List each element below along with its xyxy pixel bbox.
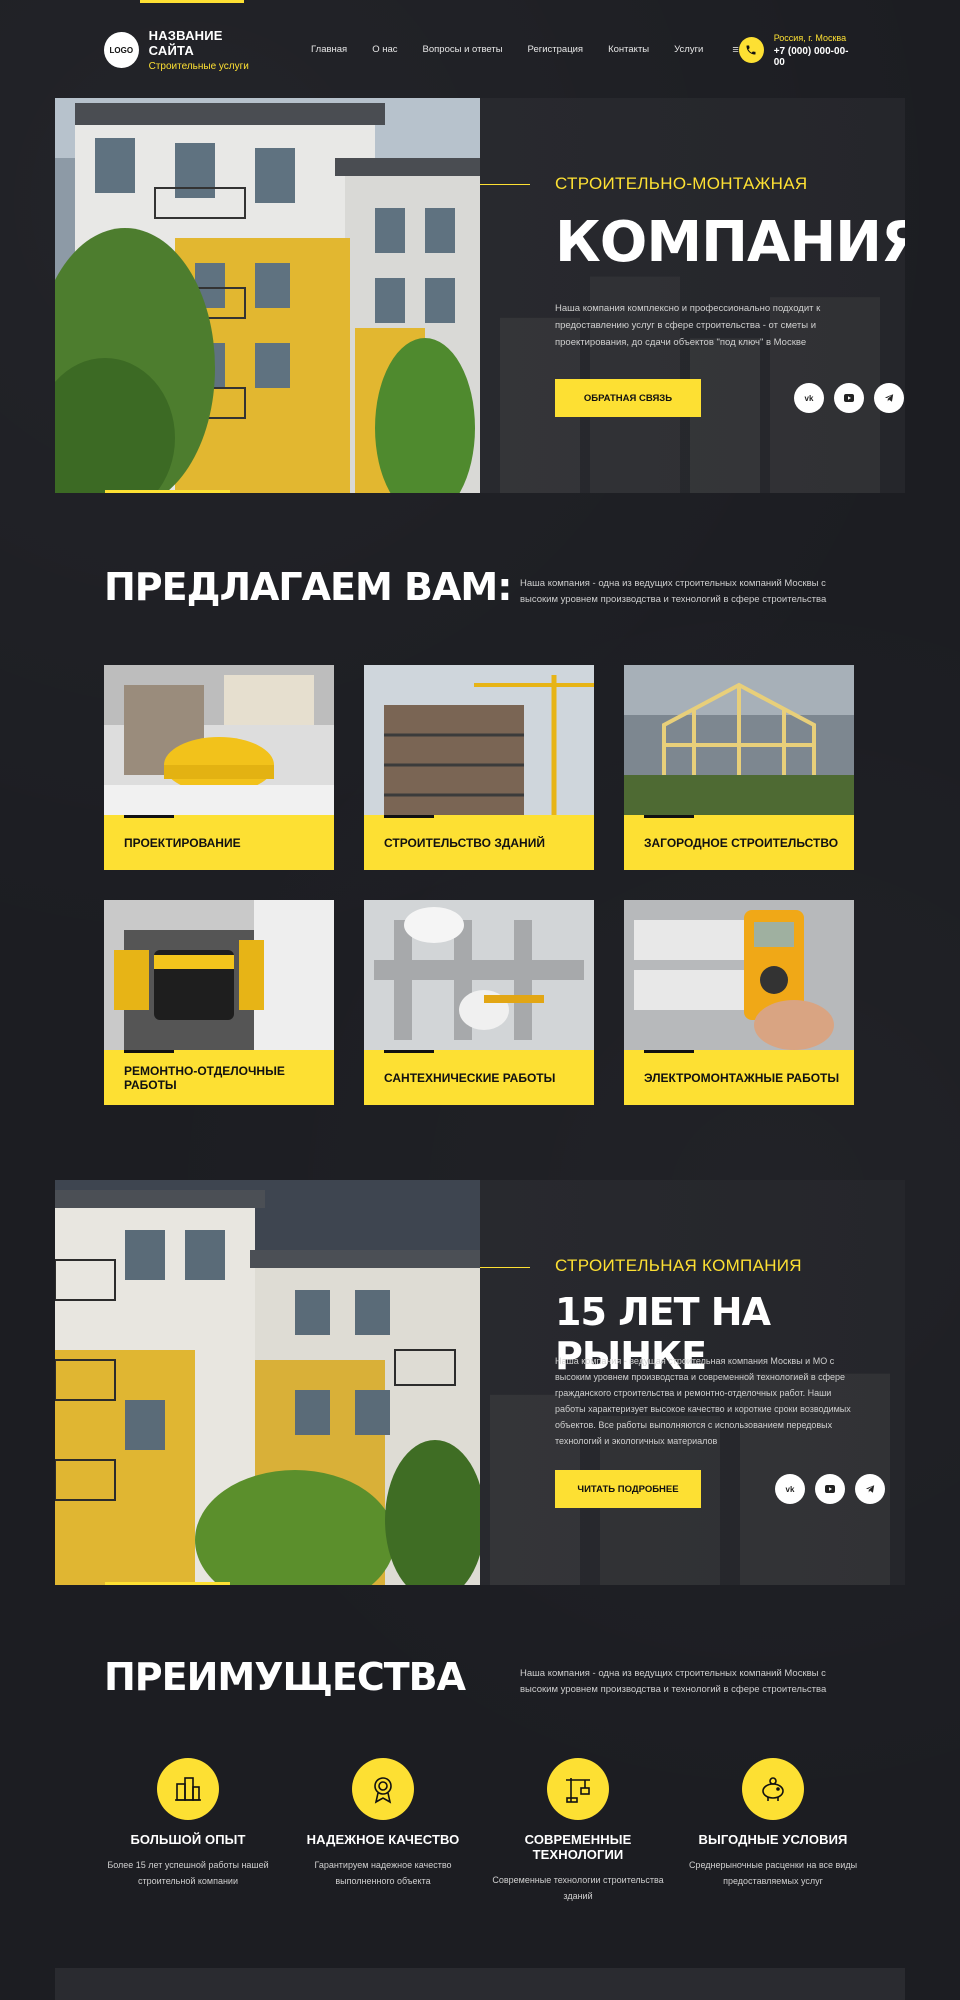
about-pretitle: СТРОИТЕЛЬНАЯ КОМПАНИЯ xyxy=(555,1256,802,1275)
hero-text: Наша компания комплексно и профессиональ… xyxy=(555,303,821,348)
page: LOGO НАЗВАНИЕ САЙТА Строительные услуги … xyxy=(0,0,960,2000)
service-card[interactable]: САНТЕХНИЧЕСКИЕ РАБОТЫ xyxy=(364,900,594,1105)
service-card[interactable]: РЕМОНТНО-ОТДЕЛОЧНЫЕ РАБОТЫ xyxy=(104,900,334,1105)
site-subtitle: Строительные услуги xyxy=(148,61,249,72)
piggy-bank-icon xyxy=(742,1758,804,1820)
feedback-button[interactable]: ОБРАТНАЯ СВЯЗЬ xyxy=(555,379,701,417)
advantage-text: Более 15 лет успешной работы нашей строи… xyxy=(107,1860,269,1886)
nav-item-faq[interactable]: Вопросы и ответы xyxy=(423,44,503,56)
image-accent-bar xyxy=(105,1582,230,1585)
nav-item-services[interactable]: Услуги xyxy=(674,44,703,56)
image-accent-bar xyxy=(105,490,230,493)
read-more-button[interactable]: ЧИТАТЬ ПОДРОБНЕЕ xyxy=(555,1470,701,1508)
vk-icon[interactable]: vk xyxy=(775,1474,805,1504)
service-card-label: СТРОИТЕЛЬСТВО ЗДАНИЙ xyxy=(364,815,594,870)
building-photo xyxy=(55,98,480,493)
service-card-label: РЕМОНТНО-ОТДЕЛОЧНЫЕ РАБОТЫ xyxy=(104,1050,334,1105)
service-card[interactable]: ПРОЕКТИРОВАНИЕ xyxy=(104,665,334,870)
about-content: СТРОИТЕЛЬНАЯ КОМПАНИЯ 15 ЛЕТ НА РЫНКЕ На… xyxy=(480,1180,905,1585)
advantage-item: БОЛЬШОЙ ОПЫТ Более 15 лет успешной работ… xyxy=(98,1758,278,1889)
hero-accent-line xyxy=(480,184,530,185)
vk-icon[interactable]: vk xyxy=(794,383,824,413)
nav-item-contacts[interactable]: Контакты xyxy=(608,44,649,56)
hero-content: СТРОИТЕЛЬНО-МОНТАЖНАЯ КОМПАНИЯ Наша комп… xyxy=(480,98,905,493)
hero-section: СТРОИТЕЛЬНО-МОНТАЖНАЯ КОМПАНИЯ Наша комп… xyxy=(55,98,905,493)
award-icon xyxy=(352,1758,414,1820)
telegram-icon[interactable] xyxy=(855,1474,885,1504)
design-photo xyxy=(104,665,334,815)
youtube-icon[interactable] xyxy=(815,1474,845,1504)
advantage-title: НАДЕЖНОЕ КАЧЕСТВО xyxy=(306,1832,460,1847)
advantage-title: БОЛЬШОЙ ОПЫТ xyxy=(130,1832,246,1847)
logo[interactable]: LOGO xyxy=(104,32,139,68)
telegram-icon[interactable] xyxy=(874,383,904,413)
advantage-item: ВЫГОДНЫЕ УСЛОВИЯ Среднерыночные расценки… xyxy=(683,1758,863,1889)
service-card-label: ЭЛЕКТРОМОНТАЖНЫЕ РАБОТЫ xyxy=(624,1050,854,1105)
about-section: СТРОИТЕЛЬНАЯ КОМПАНИЯ 15 ЛЕТ НА РЫНКЕ На… xyxy=(55,1180,905,1585)
service-card-label: САНТЕХНИЧЕСКИЕ РАБОТЫ xyxy=(364,1050,594,1105)
site-name: НАЗВАНИЕ САЙТА xyxy=(148,28,223,58)
building-photo-2 xyxy=(55,1180,480,1585)
advantage-text: Гарантируем надежное качество выполненно… xyxy=(314,1860,452,1886)
nav-item-register[interactable]: Регистрация xyxy=(528,44,584,56)
brand: НАЗВАНИЕ САЙТА Строительные услуги xyxy=(149,28,267,72)
advantage-title: ВЫГОДНЫЕ УСЛОВИЯ xyxy=(698,1832,848,1847)
service-card[interactable]: ЗАГОРОДНОЕ СТРОИТЕЛЬСТВО xyxy=(624,665,854,870)
advantage-text: Среднерыночные расценки на все виды пред… xyxy=(688,1860,858,1886)
service-card-label: ЗАГОРОДНОЕ СТРОИТЕЛЬСТВО xyxy=(624,815,854,870)
about-accent-line xyxy=(480,1267,530,1268)
nav-item-about[interactable]: О нас xyxy=(372,44,397,56)
electrical-photo xyxy=(624,900,854,1050)
nav-item-home[interactable]: Главная xyxy=(311,44,347,56)
advantages-description: Наша компания - одна из ведущих строител… xyxy=(520,1668,827,1695)
contact-block: Россия, г. Москва +7 (000) 000-00-00 xyxy=(738,32,856,68)
advantage-item: НАДЕЖНОЕ КАЧЕСТВО Гарантируем надежное к… xyxy=(293,1758,473,1889)
country-house-photo xyxy=(624,665,854,815)
main-nav: Главная О нас Вопросы и ответы Регистрац… xyxy=(311,44,739,56)
social-links-2: vk xyxy=(775,1474,885,1504)
header: LOGO НАЗВАНИЕ САЙТА Строительные услуги … xyxy=(104,28,856,72)
offer-title: ПРЕДЛАГАЕМ ВАМ: xyxy=(104,565,512,609)
social-links: vk xyxy=(794,383,904,413)
phone-icon[interactable] xyxy=(738,37,764,63)
about-text: Наша компания - ведущая строительная ком… xyxy=(555,1356,851,1446)
region-text: Россия, г. Москва xyxy=(773,32,847,43)
tools-photo xyxy=(104,900,334,1050)
top-accent-bar xyxy=(140,0,244,3)
phone-number[interactable]: +7 (000) 000-00-00 xyxy=(774,46,856,68)
hero-title: КОМПАНИЯ xyxy=(555,210,905,275)
service-card[interactable]: СТРОИТЕЛЬСТВО ЗДАНИЙ xyxy=(364,665,594,870)
advantages-title: ПРЕИМУЩЕСТВА xyxy=(104,1655,466,1699)
crane-icon xyxy=(547,1758,609,1820)
advantage-title: СОВРЕМЕННЫЕ ТЕХНОЛОГИИ xyxy=(524,1832,632,1862)
plumbing-photo xyxy=(364,900,594,1050)
next-section-edge xyxy=(55,1968,905,2000)
advantage-text: Современные технологии строительства зда… xyxy=(492,1875,664,1901)
service-card-label: ПРОЕКТИРОВАНИЕ xyxy=(104,815,334,870)
buildings-icon xyxy=(157,1758,219,1820)
construction-photo xyxy=(364,665,594,815)
offer-description: Наша компания - одна из ведущих строител… xyxy=(520,578,827,605)
hero-pretitle: СТРОИТЕЛЬНО-МОНТАЖНАЯ xyxy=(555,174,808,193)
youtube-icon[interactable] xyxy=(834,383,864,413)
advantage-item: СОВРЕМЕННЫЕ ТЕХНОЛОГИИ Современные техно… xyxy=(488,1758,668,1904)
service-card[interactable]: ЭЛЕКТРОМОНТАЖНЫЕ РАБОТЫ xyxy=(624,900,854,1105)
city-background xyxy=(500,276,880,493)
